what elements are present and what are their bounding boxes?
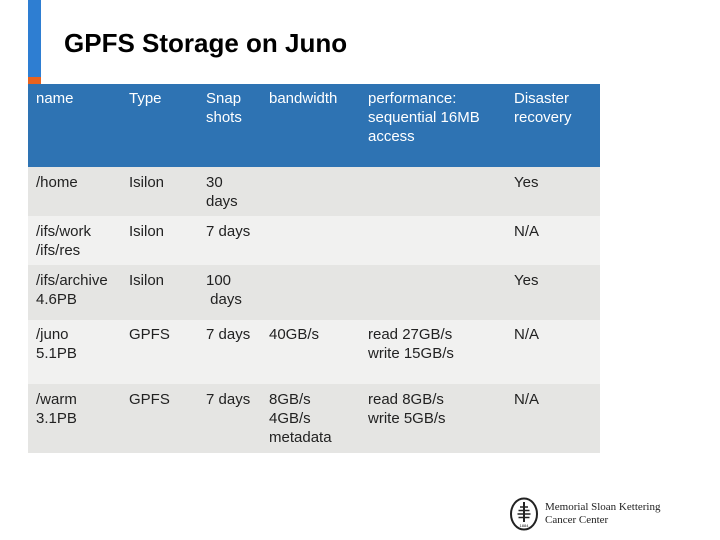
cell-disaster-recovery: N/A (506, 384, 600, 453)
cell-disaster-recovery: Yes (506, 265, 600, 320)
table-header-row: name Type Snap shots bandwidth performanc… (28, 84, 600, 167)
logo-year: 1884 (520, 523, 530, 528)
cell-performance (360, 265, 506, 320)
cell-performance (360, 167, 506, 216)
cell-type: GPFS (121, 320, 198, 384)
cell-name: /ifs/work/ifs/res (28, 216, 121, 265)
storage-table: name Type Snap shots bandwidth performanc… (28, 84, 600, 453)
accent-orange-marker (28, 77, 41, 84)
cell-disaster-recovery: Yes (506, 167, 600, 216)
msk-logo: 1884 Memorial Sloan Kettering Cancer Cen… (509, 497, 660, 531)
table-row: /home Isilon 30 days Yes (28, 167, 600, 216)
cell-performance (360, 216, 506, 265)
cell-name: /home (28, 167, 121, 216)
table-row: /ifs/work/ifs/res Isilon 7 days N/A (28, 216, 600, 265)
cell-performance: read 27GB/s write 15GB/s (360, 320, 506, 384)
cell-type: GPFS (121, 384, 198, 453)
cell-bandwidth: 40GB/s (261, 320, 360, 384)
cell-type: Isilon (121, 265, 198, 320)
header-bandwidth: bandwidth (261, 84, 360, 167)
cell-snapshots: 7 days (198, 320, 261, 384)
cell-disaster-recovery: N/A (506, 216, 600, 265)
logo-text: Memorial Sloan Kettering Cancer Center (545, 501, 660, 527)
logo-line-1: Memorial Sloan Kettering (545, 501, 661, 513)
header-performance: performance: sequential 16MB access (360, 84, 506, 167)
cell-type: Isilon (121, 167, 198, 216)
cell-bandwidth (261, 216, 360, 265)
cell-snapshots: 30 days (198, 167, 261, 216)
cell-snapshots: 7 days (198, 384, 261, 453)
accent-bar (28, 0, 41, 77)
cell-bandwidth (261, 167, 360, 216)
header-snapshots: Snap shots (198, 84, 261, 167)
slide-title: GPFS Storage on Juno (64, 28, 348, 58)
header-disaster-recovery: Disaster recovery (506, 84, 600, 167)
cell-name: /juno 5.1PB (28, 320, 121, 384)
cell-name: /ifs/archive 4.6PB (28, 265, 121, 320)
table-row: /ifs/archive 4.6PB Isilon 100 days Yes (28, 265, 600, 320)
table-row: /warm 3.1PB GPFS 7 days 8GB/s 4GB/s metadat… (28, 384, 600, 453)
cell-performance: read 8GB/s write 5GB/s (360, 384, 506, 453)
cell-bandwidth: 8GB/s 4GB/s metadata (261, 384, 360, 453)
cell-name: /warm 3.1PB (28, 384, 121, 453)
table-row: /juno 5.1PB GPFS 7 days 40GB/s read 27GB/… (28, 320, 600, 384)
cell-snapshots: 100 days (198, 265, 261, 320)
header-name: name (28, 84, 121, 167)
msk-tree-logo-icon: 1884 (510, 497, 538, 531)
cell-disaster-recovery: N/A (506, 320, 600, 384)
cell-type: Isilon (121, 216, 198, 265)
cell-snapshots: 7 days (198, 216, 261, 265)
cell-bandwidth (261, 265, 360, 320)
header-type: Type (121, 84, 198, 167)
logo-line-2: Cancer Center (545, 514, 609, 526)
